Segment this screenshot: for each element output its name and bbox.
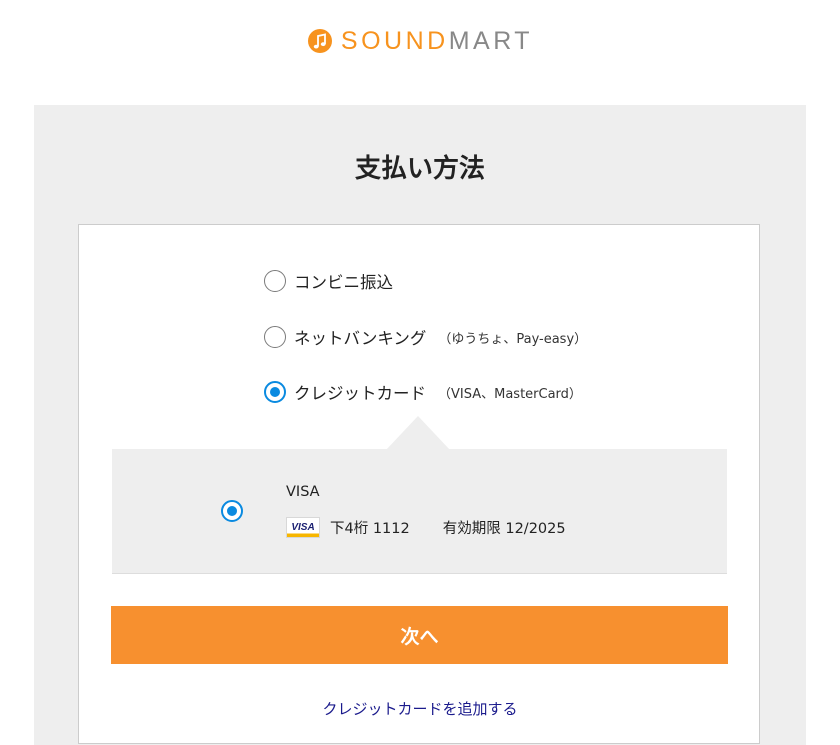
card-last4: 下4桁 1112 bbox=[330, 521, 410, 537]
soundmart-logo[interactable]: SOUNDMART bbox=[307, 27, 533, 56]
next-button[interactable]: 次へ bbox=[111, 606, 728, 664]
payment-option-convenience-store[interactable]: コンビニ振込 bbox=[264, 269, 393, 293]
logo-text: SOUNDMART bbox=[341, 27, 533, 56]
page-title: 支払い方法 bbox=[354, 154, 485, 184]
saved-card-panel bbox=[112, 449, 727, 574]
dropdown-pointer bbox=[386, 416, 450, 450]
radio-convenience-store[interactable] bbox=[264, 270, 286, 292]
payment-option-net-banking[interactable]: ネットバンキング （ゆうちょ、Pay-easy） bbox=[264, 325, 587, 349]
card-expiry: 有効期限 12/2025 bbox=[442, 521, 566, 537]
svg-text:VISA: VISA bbox=[291, 522, 314, 533]
radio-net-banking[interactable] bbox=[264, 326, 286, 348]
option-label: クレジットカード bbox=[294, 384, 426, 403]
payment-option-credit-card[interactable]: クレジットカード （VISA、MasterCard） bbox=[264, 380, 582, 404]
option-label: コンビニ振込 bbox=[294, 273, 393, 292]
card-brand: VISA bbox=[286, 484, 320, 500]
site-header: SOUNDMART bbox=[0, 0, 840, 84]
visa-card-icon: VISA bbox=[286, 517, 320, 538]
card-details: VISA 下4桁 1112 有効期限 12/2025 bbox=[286, 517, 566, 538]
option-label: ネットバンキング bbox=[294, 329, 427, 348]
radio-credit-card[interactable] bbox=[264, 381, 286, 403]
logo-text-main: MART bbox=[448, 26, 534, 55]
radio-saved-visa-card[interactable] bbox=[221, 500, 243, 522]
add-credit-card-link[interactable]: クレジットカードを追加する bbox=[0, 698, 840, 719]
option-sublabel: （ゆうちょ、Pay-easy） bbox=[438, 331, 588, 347]
option-sublabel: （VISA、MasterCard） bbox=[438, 386, 582, 402]
logo-text-accent: SOUND bbox=[340, 26, 449, 55]
music-note-icon bbox=[307, 29, 332, 53]
